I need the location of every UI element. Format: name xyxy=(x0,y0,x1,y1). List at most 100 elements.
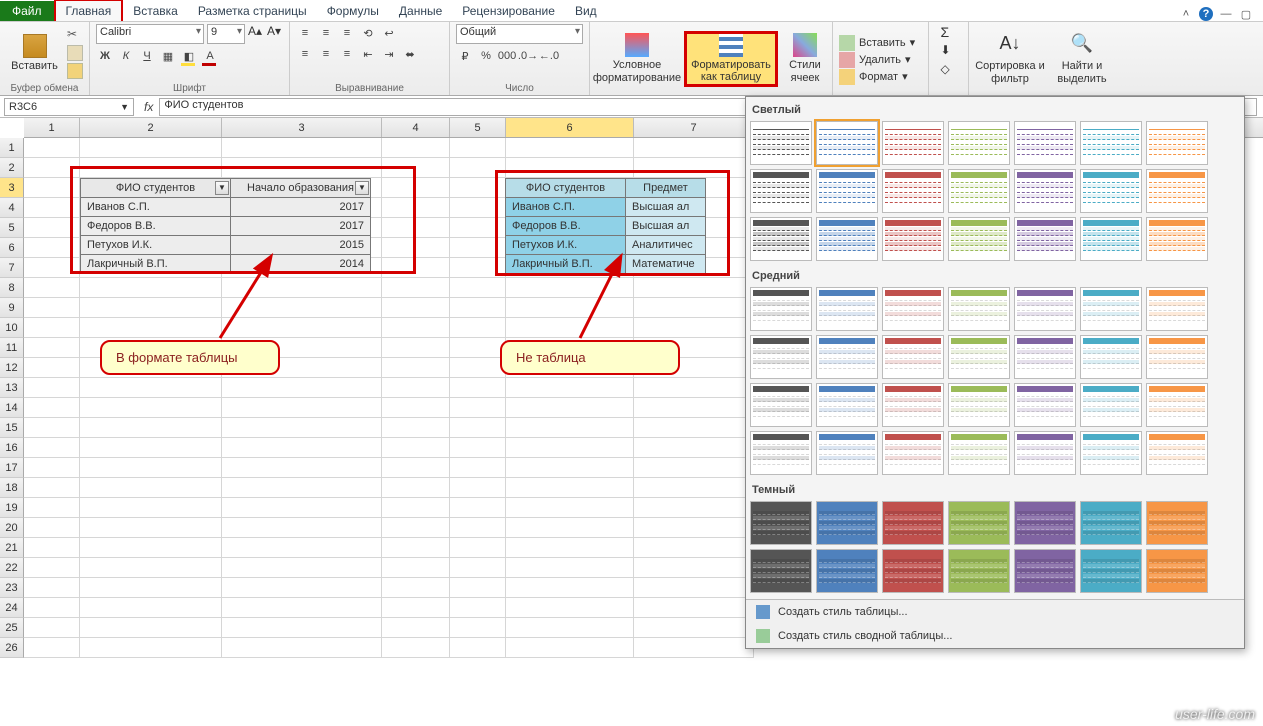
table-style-swatch[interactable] xyxy=(1014,121,1076,165)
table-style-swatch[interactable] xyxy=(1080,287,1142,331)
row-header[interactable]: 22 xyxy=(0,558,24,578)
table-style-swatch[interactable] xyxy=(1146,501,1208,545)
table-style-swatch[interactable] xyxy=(1014,431,1076,475)
name-box[interactable]: R3C6▼ xyxy=(4,98,134,116)
table-style-swatch[interactable] xyxy=(1080,335,1142,379)
table-style-swatch[interactable] xyxy=(948,549,1010,593)
table-style-swatch[interactable] xyxy=(882,431,944,475)
row-header[interactable]: 8 xyxy=(0,278,24,298)
column-header[interactable]: 1 xyxy=(24,118,80,137)
table-cell[interactable]: Лакричный В.П. xyxy=(506,255,626,274)
table-style-swatch[interactable] xyxy=(816,501,878,545)
table-cell[interactable]: Аналитичес xyxy=(626,236,706,255)
comma-icon[interactable]: 000 xyxy=(498,47,516,65)
currency-icon[interactable]: ₽ xyxy=(456,47,474,65)
table-style-swatch[interactable] xyxy=(1014,501,1076,545)
format-painter-icon[interactable] xyxy=(67,63,83,79)
row-header[interactable]: 24 xyxy=(0,598,24,618)
table-style-swatch[interactable] xyxy=(750,383,812,427)
decrease-decimal-icon[interactable]: ←.0 xyxy=(540,47,558,65)
table-style-swatch[interactable] xyxy=(882,335,944,379)
row-header[interactable]: 20 xyxy=(0,518,24,538)
italic-button[interactable]: К xyxy=(117,47,135,65)
table-style-swatch[interactable] xyxy=(882,383,944,427)
table-style-swatch[interactable] xyxy=(1080,549,1142,593)
row-header[interactable]: 15 xyxy=(0,418,24,438)
table-style-swatch[interactable] xyxy=(1014,549,1076,593)
table-style-swatch[interactable] xyxy=(816,217,878,261)
table-style-swatch[interactable] xyxy=(1080,217,1142,261)
wrap-text-icon[interactable]: ↩ xyxy=(380,24,398,42)
table-style-swatch[interactable] xyxy=(750,217,812,261)
grow-font-icon[interactable]: A▴ xyxy=(248,24,264,40)
align-middle-icon[interactable]: ≡ xyxy=(317,24,335,42)
row-header[interactable]: 14 xyxy=(0,398,24,418)
table-style-swatch[interactable] xyxy=(1080,431,1142,475)
table-style-swatch[interactable] xyxy=(816,335,878,379)
align-center-icon[interactable]: ≡ xyxy=(317,45,335,63)
decrease-indent-icon[interactable]: ⇤ xyxy=(359,45,377,63)
table-cell[interactable]: Иванов С.П. xyxy=(506,198,626,217)
tab-home[interactable]: Главная xyxy=(54,0,124,21)
table-style-swatch[interactable] xyxy=(816,121,878,165)
fill-color-button[interactable]: ◧ xyxy=(180,47,198,65)
tab-formulas[interactable]: Формулы xyxy=(317,1,389,21)
table-style-swatch[interactable] xyxy=(948,431,1010,475)
row-header[interactable]: 23 xyxy=(0,578,24,598)
table-cell[interactable]: Петухов И.К. xyxy=(81,236,231,255)
table-style-swatch[interactable] xyxy=(948,383,1010,427)
table-cell[interactable]: Петухов И.К. xyxy=(506,236,626,255)
help-icon[interactable]: ? xyxy=(1199,7,1213,21)
column-header[interactable]: 7 xyxy=(634,118,754,137)
window-minimize-icon[interactable]: — xyxy=(1219,7,1233,21)
cell-styles-button[interactable]: Стили ячеек xyxy=(778,31,832,87)
table-style-swatch[interactable] xyxy=(750,335,812,379)
table-style-swatch[interactable] xyxy=(1014,169,1076,213)
tab-view[interactable]: Вид xyxy=(565,1,607,21)
table-header[interactable]: Начало образования▼ xyxy=(231,179,371,198)
table-style-swatch[interactable] xyxy=(1146,383,1208,427)
table-cell[interactable]: Высшая ал xyxy=(626,198,706,217)
fill-icon[interactable]: ⬇ xyxy=(941,43,957,59)
orientation-icon[interactable]: ⟲ xyxy=(359,24,377,42)
row-header[interactable]: 16 xyxy=(0,438,24,458)
font-color-button[interactable]: A xyxy=(201,47,219,65)
cut-icon[interactable]: ✂ xyxy=(67,27,83,43)
table-style-swatch[interactable] xyxy=(816,287,878,331)
table-style-swatch[interactable] xyxy=(882,169,944,213)
ribbon-minimize-icon[interactable]: ˄ xyxy=(1179,7,1193,21)
format-cells-button[interactable]: Формат▾ xyxy=(839,69,915,85)
delete-cells-button[interactable]: Удалить▾ xyxy=(839,52,915,68)
table-cell[interactable]: 2014 xyxy=(231,255,371,274)
align-left-icon[interactable]: ≡ xyxy=(296,45,314,63)
tab-review[interactable]: Рецензирование xyxy=(452,1,565,21)
format-as-table-button[interactable]: Форматировать как таблицу xyxy=(684,31,778,87)
clear-icon[interactable]: ◇ xyxy=(941,62,957,78)
row-header[interactable]: 6 xyxy=(0,238,24,258)
table-style-swatch[interactable] xyxy=(750,287,812,331)
conditional-formatting-button[interactable]: Условное форматирование xyxy=(590,31,684,87)
table-style-swatch[interactable] xyxy=(1146,549,1208,593)
row-header[interactable]: 13 xyxy=(0,378,24,398)
table-header[interactable]: ФИО студентов▼ xyxy=(81,179,231,198)
table-style-swatch[interactable] xyxy=(816,431,878,475)
column-header[interactable]: 4 xyxy=(382,118,450,137)
table-style-swatch[interactable] xyxy=(1014,217,1076,261)
table-style-swatch[interactable] xyxy=(816,169,878,213)
row-header[interactable]: 4 xyxy=(0,198,24,218)
underline-button[interactable]: Ч xyxy=(138,47,156,65)
align-right-icon[interactable]: ≡ xyxy=(338,45,356,63)
table-style-swatch[interactable] xyxy=(750,501,812,545)
shrink-font-icon[interactable]: A▾ xyxy=(267,24,283,40)
window-restore-icon[interactable]: ▢ xyxy=(1239,7,1253,21)
table-style-swatch[interactable] xyxy=(1014,287,1076,331)
row-header[interactable]: 2 xyxy=(0,158,24,178)
find-select-button[interactable]: 🔍 Найти и выделить xyxy=(1049,32,1115,88)
row-header[interactable]: 3 xyxy=(0,178,24,198)
table-style-swatch[interactable] xyxy=(1146,169,1208,213)
table-style-swatch[interactable] xyxy=(816,549,878,593)
row-header[interactable]: 11 xyxy=(0,338,24,358)
number-format-select[interactable]: Общий xyxy=(456,24,583,44)
column-header[interactable]: 5 xyxy=(450,118,506,137)
copy-icon[interactable] xyxy=(67,45,83,61)
